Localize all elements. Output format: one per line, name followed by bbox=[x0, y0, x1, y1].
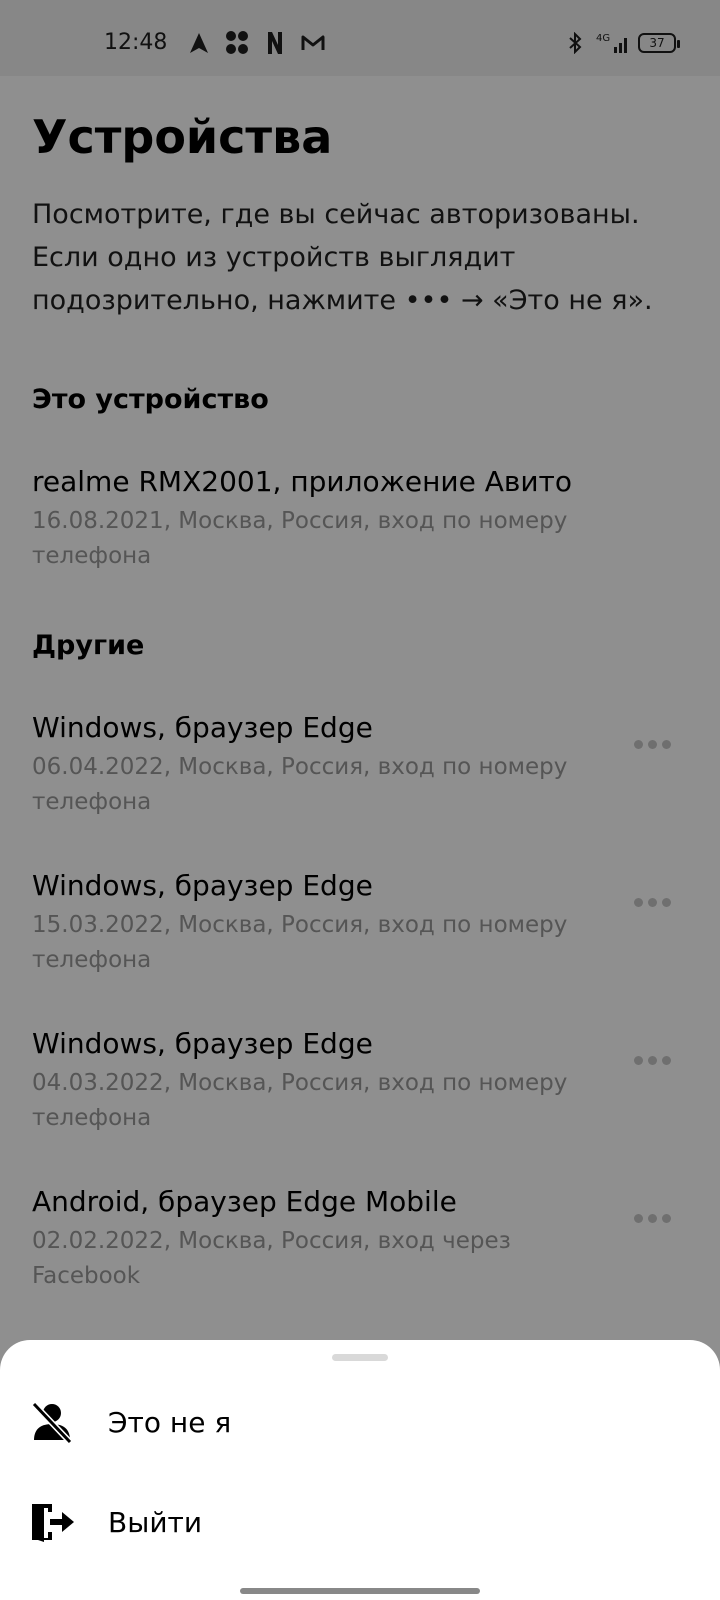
logout-door-icon bbox=[28, 1498, 76, 1546]
device-name: Windows, браузер Edge bbox=[32, 869, 373, 902]
svg-text:4G: 4G bbox=[596, 33, 610, 44]
sheet-drag-handle[interactable] bbox=[332, 1354, 388, 1361]
more-options-button[interactable] bbox=[632, 1050, 672, 1070]
device-name: Android, браузер Edge Mobile bbox=[32, 1185, 457, 1218]
user-crossed-icon bbox=[28, 1398, 76, 1446]
status-system-icons: 4G 37 bbox=[562, 30, 680, 56]
home-indicator[interactable] bbox=[240, 1588, 480, 1594]
status-time: 12:48 bbox=[104, 30, 168, 55]
current-device-item: realme RMX2001, приложение Авито 16.08.2… bbox=[32, 464, 692, 574]
device-list-item[interactable]: Windows, браузер Edge 15.03.2022, Москва… bbox=[32, 868, 692, 978]
current-device-section-title: Это устройство bbox=[32, 384, 269, 415]
page-description: Посмотрите, где вы сейчас авторизованы. … bbox=[32, 199, 653, 316]
signal-4g-icon: 4G bbox=[596, 30, 630, 56]
bluetooth-icon bbox=[562, 30, 588, 56]
logout-label: Выйти bbox=[108, 1505, 203, 1539]
not-me-button[interactable]: Это не я bbox=[0, 1382, 720, 1462]
m-app-icon bbox=[300, 30, 326, 56]
more-options-button[interactable] bbox=[632, 892, 672, 912]
device-name: Windows, браузер Edge bbox=[32, 1027, 373, 1060]
device-meta: 04.03.2022, Москва, Россия, вход по номе… bbox=[32, 1070, 568, 1131]
navigation-arrow-icon bbox=[186, 30, 212, 56]
status-bar: 12:48 4G 37 bbox=[0, 0, 720, 76]
device-name: Windows, браузер Edge bbox=[32, 711, 373, 744]
logout-button[interactable]: Выйти bbox=[0, 1482, 720, 1562]
device-meta: 15.03.2022, Москва, Россия, вход по номе… bbox=[32, 912, 568, 973]
action-bottom-sheet: Это не я Выйти bbox=[0, 1340, 720, 1600]
more-options-button[interactable] bbox=[632, 1208, 672, 1228]
device-list-item[interactable]: Android, браузер Edge Mobile 02.02.2022,… bbox=[32, 1184, 692, 1294]
more-options-button[interactable] bbox=[632, 734, 672, 754]
device-meta: 02.02.2022, Москва, Россия, вход через F… bbox=[32, 1228, 511, 1289]
other-devices-section-title: Другие bbox=[32, 630, 145, 661]
device-name: realme RMX2001, приложение Авито bbox=[32, 465, 572, 498]
paw-icon bbox=[224, 30, 250, 56]
device-list-item[interactable]: Windows, браузер Edge 06.04.2022, Москва… bbox=[32, 710, 692, 820]
status-notification-icons bbox=[186, 30, 326, 56]
not-me-label: Это не я bbox=[108, 1405, 232, 1439]
device-list-item[interactable]: Windows, браузер Edge 04.03.2022, Москва… bbox=[32, 1026, 692, 1136]
battery-icon: 37 bbox=[638, 33, 680, 53]
device-meta: 16.08.2021, Москва, Россия, вход по номе… bbox=[32, 508, 568, 569]
page-title: Устройства bbox=[32, 110, 333, 164]
n-app-icon bbox=[262, 30, 288, 56]
device-meta: 06.04.2022, Москва, Россия, вход по номе… bbox=[32, 754, 568, 815]
